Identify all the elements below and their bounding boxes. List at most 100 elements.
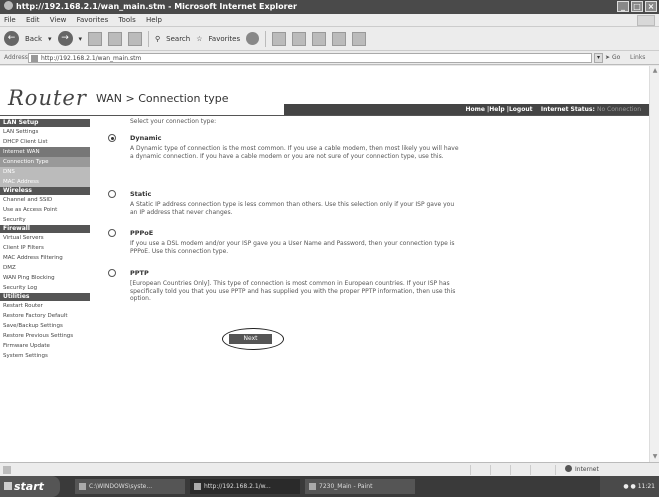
history-icon[interactable] <box>272 31 287 46</box>
forward-dropdown-icon[interactable]: ▾ <box>79 35 83 43</box>
radio-pppoe[interactable] <box>108 229 116 237</box>
sidebar-section-header: Utilities <box>0 293 90 301</box>
address-url: http://192.168.2.1/wan_main.stm <box>41 55 142 62</box>
windows-logo-icon <box>637 15 655 26</box>
sidebar-item[interactable]: LAN Settings <box>0 127 90 137</box>
status-cell <box>555 465 556 475</box>
sidebar-item[interactable]: Save/Backup Settings <box>0 321 90 331</box>
toolbar-separator <box>265 30 267 47</box>
sidebar-item[interactable]: Firmware Update <box>0 341 90 351</box>
go-label: Go <box>611 54 621 61</box>
sidebar-item[interactable]: MAC Address Filtering <box>0 253 90 263</box>
vertical-scrollbar[interactable]: ▲ ▼ <box>649 66 659 462</box>
menu-bar: File Edit View Favorites Tools Help <box>0 14 659 27</box>
menu-favorites[interactable]: Favorites <box>77 16 109 24</box>
task-ie[interactable]: http://192.168.2.1/w... <box>190 479 300 494</box>
scroll-up-icon[interactable]: ▲ <box>651 67 659 75</box>
menu-file[interactable]: File <box>4 16 16 24</box>
sidebar-item[interactable]: System Settings <box>0 351 90 361</box>
favorites-label[interactable]: Favorites <box>209 35 241 43</box>
radio-static[interactable] <box>108 190 116 198</box>
internet-status-label: Internet Status: <box>540 106 595 113</box>
search-label[interactable]: Search <box>166 35 190 43</box>
menu-view[interactable]: View <box>50 16 67 24</box>
sidebar-item[interactable]: Security Log <box>0 283 90 293</box>
status-bar: Internet <box>0 462 659 476</box>
edit-icon[interactable] <box>332 31 347 46</box>
window-title: http://192.168.2.1/wan_main.stm - Micros… <box>16 2 297 11</box>
sidebar-item[interactable]: Connection Type <box>0 157 90 167</box>
globe-icon <box>565 465 572 472</box>
sidebar-item[interactable]: WAN Ping Blocking <box>0 273 90 283</box>
router-nav-links[interactable]: Home |Help |Logout <box>466 106 533 113</box>
menu-help[interactable]: Help <box>146 16 162 24</box>
maximize-button[interactable]: □ <box>631 1 643 12</box>
window-title-bar: http://192.168.2.1/wan_main.stm - Micros… <box>0 0 659 14</box>
sidebar-item[interactable]: DMZ <box>0 263 90 273</box>
sidebar-item[interactable]: DHCP Client List <box>0 137 90 147</box>
menu-tools[interactable]: Tools <box>118 16 135 24</box>
option-desc: If you use a DSL modem and/or your ISP g… <box>130 240 455 255</box>
status-cell <box>490 465 491 475</box>
print-icon[interactable] <box>312 31 327 46</box>
address-input[interactable]: http://192.168.2.1/wan_main.stm <box>28 53 592 63</box>
go-button[interactable]: ➤ Go <box>605 53 620 63</box>
forward-arrow-icon[interactable]: → <box>57 31 73 46</box>
page-content: Router Home |Help |Logout Internet Statu… <box>0 66 649 462</box>
sidebar-item[interactable]: Restart Router <box>0 301 90 311</box>
option-name: Static <box>130 190 152 198</box>
sidebar-item[interactable]: DNS <box>0 167 90 177</box>
favorites-star-icon[interactable]: ☆ <box>196 35 202 43</box>
mail-icon[interactable] <box>292 31 307 46</box>
sidebar-item[interactable]: Restore Previous Settings <box>0 331 90 341</box>
tray-icons: ● ● <box>623 483 638 490</box>
sidebar-item[interactable]: MAC Address <box>0 177 90 187</box>
home-icon[interactable] <box>128 31 143 46</box>
back-arrow-icon[interactable]: ← <box>4 31 19 46</box>
sidebar-item[interactable]: Restore Factory Default <box>0 311 90 321</box>
sidebar-section-header: Firewall <box>0 225 90 233</box>
search-icon[interactable]: ⚲ <box>155 35 160 43</box>
task-paint[interactable]: 7230_Main - Paint <box>305 479 415 494</box>
option-desc: A Dynamic type of connection is the most… <box>130 145 459 160</box>
header-divider <box>0 115 649 116</box>
sidebar-item: Internet WAN <box>0 147 90 157</box>
refresh-icon[interactable] <box>108 31 123 46</box>
messenger-icon[interactable] <box>352 31 367 46</box>
task-explorer[interactable]: C:\WINDOWS\syste... <box>75 479 185 494</box>
option-desc: [European Countries Only]. This type of … <box>130 280 456 302</box>
sidebar-item[interactable]: Use as Access Point <box>0 205 90 215</box>
next-button[interactable]: Next <box>229 334 272 344</box>
toolbar-separator <box>148 30 150 47</box>
address-dropdown-icon[interactable]: ▾ <box>594 53 603 63</box>
sidebar-item[interactable]: Channel and SSID <box>0 195 90 205</box>
zone-label: Internet <box>575 466 599 473</box>
internet-status-value: No Connection <box>596 106 641 113</box>
start-button[interactable]: start <box>0 476 60 497</box>
back-dropdown-icon[interactable]: ▾ <box>48 35 52 43</box>
sidebar-item[interactable]: Security <box>0 215 90 225</box>
links-label[interactable]: Links <box>630 51 645 65</box>
page-icon <box>31 55 38 62</box>
sidebar-item[interactable]: Virtual Servers <box>0 233 90 243</box>
clock: 11:21 <box>637 483 655 490</box>
status-cell <box>510 465 511 475</box>
media-icon[interactable] <box>246 32 260 45</box>
menu-edit[interactable]: Edit <box>26 16 40 24</box>
select-prompt: Select your connection type: <box>130 118 217 125</box>
back-label[interactable]: Back <box>25 35 42 43</box>
close-button[interactable]: × <box>645 1 657 12</box>
scroll-down-icon[interactable]: ▼ <box>651 453 659 461</box>
radio-dynamic[interactable] <box>108 134 116 142</box>
status-cell <box>470 465 471 475</box>
page-title: WAN > Connection type <box>96 92 229 105</box>
system-tray: ● ● 11:21 <box>600 476 659 497</box>
minimize-button[interactable]: _ <box>617 1 629 12</box>
sidebar-nav: LAN Setup LAN Settings DHCP Client List Int… <box>0 119 90 361</box>
radio-pptp[interactable] <box>108 269 116 277</box>
sidebar-section-header: LAN Setup <box>0 119 90 127</box>
sidebar-item[interactable]: Client IP Filters <box>0 243 90 253</box>
stop-icon[interactable] <box>88 31 103 46</box>
page-status-icon <box>3 466 11 474</box>
internet-zone: Internet <box>565 463 599 477</box>
